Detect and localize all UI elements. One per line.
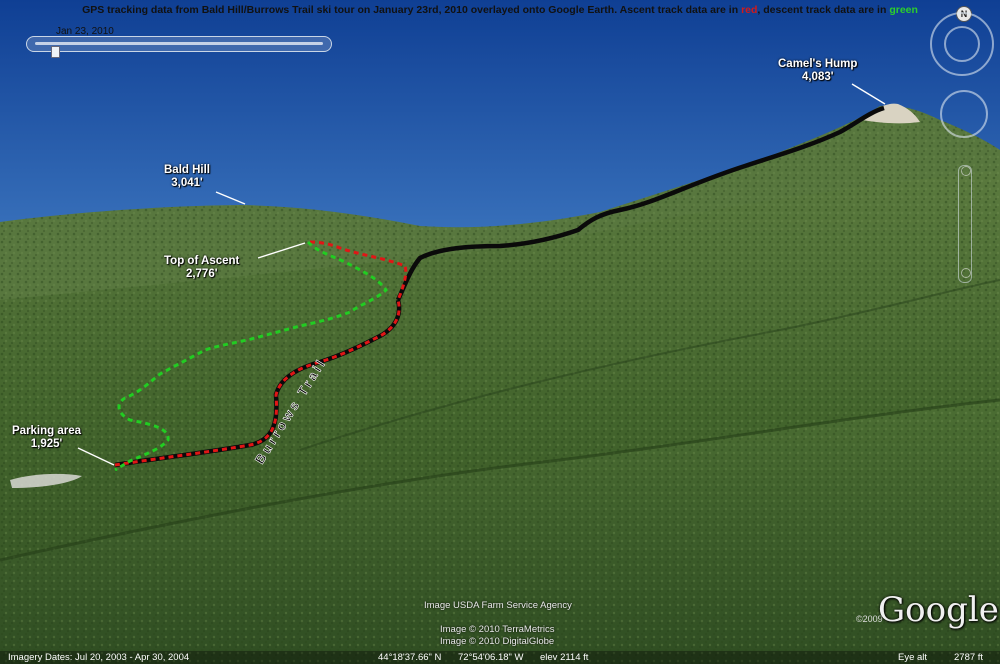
label-parking-area: Parking area 1,925' — [12, 425, 81, 451]
status-longitude: 72°54'06.18" W — [458, 652, 524, 663]
terrain-view[interactable]: Burrows Trail — [0, 0, 1000, 664]
credit-usda: Image USDA Farm Service Agency — [424, 600, 572, 611]
label-top-of-ascent: Top of Ascent 2,776' — [164, 255, 239, 281]
label-camels-hump: Camel's Hump 4,083' — [778, 58, 857, 84]
label-camels-hump-elev: 4,083' — [801, 71, 834, 83]
zoom-slider[interactable] — [958, 165, 972, 283]
caption-text-2: , descent track data are in — [757, 4, 890, 16]
label-bald-hill: Bald Hill 3,041' — [164, 164, 210, 190]
caption: GPS tracking data from Bald Hill/Burrows… — [0, 4, 1000, 16]
look-joystick-icon[interactable] — [944, 26, 980, 62]
label-bald-hill-name: Bald Hill — [164, 164, 211, 176]
zoom-in-icon[interactable] — [961, 166, 971, 176]
status-eye-alt: 2787 ft — [954, 652, 984, 663]
credit-terrametrics: Image © 2010 TerraMetrics — [440, 624, 555, 635]
time-slider[interactable] — [26, 36, 332, 58]
caption-red-word: red — [741, 4, 758, 16]
imagery-dates: Imagery Dates: Jul 20, 2003 - Apr 30, 20… — [8, 652, 190, 663]
label-parking-name: Parking area — [12, 425, 82, 437]
label-camels-hump-name: Camel's Hump — [778, 58, 858, 70]
caption-green-word: green — [889, 4, 918, 16]
label-top-of-ascent-elev: 2,776' — [185, 268, 218, 280]
move-control-ring[interactable] — [940, 90, 988, 138]
status-latitude: 44°18'37.66" N — [378, 652, 442, 663]
status-eye-alt-label: Eye alt — [898, 652, 928, 663]
label-top-of-ascent-name: Top of Ascent — [164, 255, 240, 267]
time-slider-handle[interactable] — [51, 46, 60, 58]
status-elevation: elev 2114 ft — [540, 652, 589, 663]
label-parking-elev: 1,925' — [30, 438, 63, 450]
credit-digitalglobe: Image © 2010 DigitalGlobe — [440, 636, 555, 647]
zoom-out-icon[interactable] — [961, 268, 971, 278]
label-bald-hill-elev: 3,041' — [171, 177, 203, 189]
google-logo: Google — [878, 590, 999, 630]
caption-text-1: GPS tracking data from Bald Hill/Burrows… — [82, 4, 742, 16]
time-slider-track[interactable] — [35, 42, 323, 45]
